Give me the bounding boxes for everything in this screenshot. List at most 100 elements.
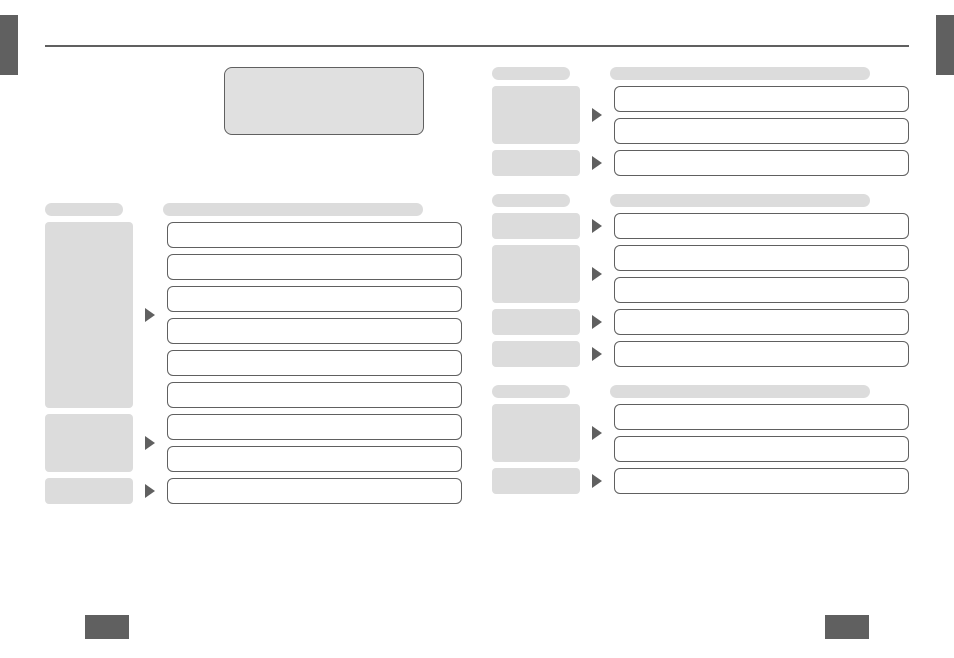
arrow-right-icon [592, 156, 602, 170]
header-rule [45, 45, 909, 47]
group-row [492, 150, 909, 176]
group-row [492, 404, 909, 462]
right-section-2 [492, 194, 909, 367]
section-headers [492, 67, 909, 80]
arrow-cell [141, 478, 159, 504]
arrow-right-icon [145, 484, 155, 498]
arrow-right-icon [592, 315, 602, 329]
list-item[interactable] [167, 414, 462, 440]
category-block [492, 341, 580, 367]
category-block [492, 86, 580, 144]
category-block [492, 404, 580, 462]
items-list [614, 245, 909, 303]
section-headers [492, 385, 909, 398]
list-item[interactable] [614, 245, 909, 271]
list-item[interactable] [614, 213, 909, 239]
header-pill-long [610, 67, 870, 80]
two-column-layout [45, 67, 909, 504]
arrow-cell [588, 150, 606, 176]
left-column [45, 67, 462, 504]
page-content [45, 15, 909, 643]
feature-box [224, 67, 424, 135]
list-item[interactable] [167, 350, 462, 376]
list-item[interactable] [614, 436, 909, 462]
arrow-cell [588, 468, 606, 494]
group-row [45, 222, 462, 408]
items-list [614, 86, 909, 144]
list-item[interactable] [614, 277, 909, 303]
arrow-cell [588, 245, 606, 303]
list-item[interactable] [614, 309, 909, 335]
header-pill-short [492, 194, 570, 207]
category-block [45, 222, 133, 408]
items-list [614, 404, 909, 462]
items-list [167, 222, 462, 408]
group-row [492, 213, 909, 239]
list-item[interactable] [167, 382, 462, 408]
group-row [492, 468, 909, 494]
arrow-cell [141, 414, 159, 472]
right-section-3 [492, 385, 909, 494]
items-list [614, 150, 909, 176]
items-list [167, 478, 462, 504]
list-item[interactable] [167, 286, 462, 312]
category-block [492, 245, 580, 303]
items-list [614, 309, 909, 335]
group-row [492, 341, 909, 367]
category-block [492, 468, 580, 494]
arrow-right-icon [592, 219, 602, 233]
arrow-cell [588, 341, 606, 367]
list-item[interactable] [614, 150, 909, 176]
list-item[interactable] [614, 468, 909, 494]
header-pill-long [610, 385, 870, 398]
group-row [492, 245, 909, 303]
arrow-right-icon [592, 474, 602, 488]
arrow-cell [588, 86, 606, 144]
list-item[interactable] [167, 222, 462, 248]
section-headers [492, 194, 909, 207]
list-item[interactable] [167, 318, 462, 344]
group-row [492, 86, 909, 144]
group-row [45, 414, 462, 472]
arrow-cell [588, 213, 606, 239]
arrow-right-icon [145, 436, 155, 450]
footer-page-right [825, 615, 869, 639]
items-list [167, 414, 462, 472]
section-headers [45, 203, 462, 216]
header-pill-short [45, 203, 123, 216]
list-item[interactable] [167, 478, 462, 504]
arrow-cell [588, 309, 606, 335]
group-row [492, 309, 909, 335]
header-pill-short [492, 385, 570, 398]
right-edge-tab [936, 15, 954, 75]
arrow-right-icon [592, 426, 602, 440]
items-list [614, 213, 909, 239]
category-block [45, 478, 133, 504]
footer-page-left [85, 615, 129, 639]
category-block [492, 309, 580, 335]
header-pill-long [610, 194, 870, 207]
list-item[interactable] [614, 86, 909, 112]
category-block [492, 150, 580, 176]
list-item[interactable] [614, 404, 909, 430]
list-item[interactable] [614, 341, 909, 367]
group-row [45, 478, 462, 504]
items-list [614, 468, 909, 494]
arrow-cell [588, 404, 606, 462]
list-item[interactable] [167, 446, 462, 472]
left-section-1 [45, 203, 462, 504]
right-section-1 [492, 67, 909, 176]
header-pill-long [163, 203, 423, 216]
arrow-right-icon [592, 347, 602, 361]
right-column [492, 67, 909, 504]
list-item[interactable] [167, 254, 462, 280]
arrow-cell [141, 222, 159, 408]
arrow-right-icon [592, 108, 602, 122]
arrow-right-icon [592, 267, 602, 281]
category-block [492, 213, 580, 239]
list-item[interactable] [614, 118, 909, 144]
left-edge-tab [0, 15, 18, 75]
items-list [614, 341, 909, 367]
category-block [45, 414, 133, 472]
header-pill-short [492, 67, 570, 80]
